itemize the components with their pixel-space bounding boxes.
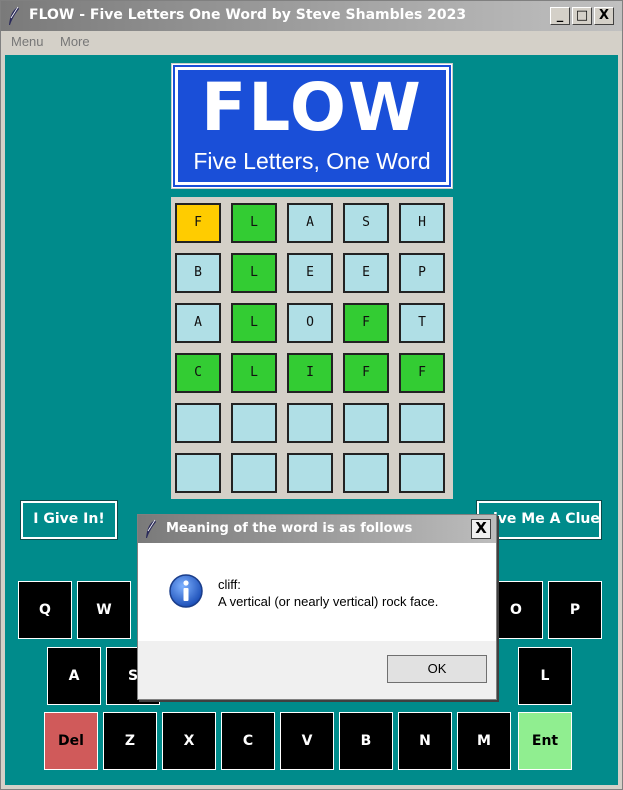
dialog-body: cliff: A vertical (or nearly vertical) r…: [138, 543, 496, 641]
grid-cell: L: [231, 203, 277, 243]
letter-grid: FLASHBLEEPALOFTCLIFF: [171, 197, 453, 499]
key-a[interactable]: A: [47, 647, 101, 705]
meaning-dialog: Meaning of the word is as follows X clif…: [137, 514, 497, 700]
grid-cell: F: [399, 353, 445, 393]
dialog-title: Meaning of the word is as follows: [166, 521, 413, 536]
minimize-button[interactable]: _: [550, 7, 570, 25]
grid-cell: P: [399, 253, 445, 293]
grid-cell: S: [343, 203, 389, 243]
key-c[interactable]: C: [221, 712, 275, 770]
grid-cell: H: [399, 203, 445, 243]
key-del[interactable]: Del: [44, 712, 98, 770]
title-bar[interactable]: FLOW - Five Letters One Word by Steve Sh…: [1, 1, 622, 31]
grid-cell: [399, 403, 445, 443]
feather-icon: [9, 6, 19, 25]
key-v[interactable]: V: [280, 712, 334, 770]
grid-cell: [175, 453, 221, 493]
dialog-footer: OK: [138, 641, 496, 699]
feather-icon: [146, 519, 156, 538]
key-q[interactable]: Q: [18, 581, 72, 639]
logo-subtitle: Five Letters, One Word: [193, 148, 431, 174]
grid-cell: [231, 403, 277, 443]
grid-cell: C: [175, 353, 221, 393]
key-p[interactable]: P: [548, 581, 602, 639]
grid-cell: [287, 453, 333, 493]
menu-bar: Menu More: [1, 31, 622, 53]
grid-cell: [231, 453, 277, 493]
close-button[interactable]: X: [594, 7, 614, 25]
maximize-button[interactable]: □: [572, 7, 592, 25]
grid-cell: F: [343, 353, 389, 393]
ok-button[interactable]: OK: [387, 655, 487, 683]
menu-item-more[interactable]: More: [60, 34, 90, 49]
grid-cell: A: [175, 303, 221, 343]
dialog-message: cliff: A vertical (or nearly vertical) r…: [218, 576, 438, 610]
dialog-close-button[interactable]: X: [471, 519, 491, 539]
key-l[interactable]: L: [518, 647, 572, 705]
grid-cell: [343, 453, 389, 493]
grid-cell: A: [287, 203, 333, 243]
dialog-title-bar[interactable]: Meaning of the word is as follows X: [138, 515, 496, 543]
menu-item-menu[interactable]: Menu: [11, 34, 44, 49]
key-n[interactable]: N: [398, 712, 452, 770]
key-b[interactable]: B: [339, 712, 393, 770]
key-z[interactable]: Z: [103, 712, 157, 770]
grid-cell: [399, 453, 445, 493]
logo: FLOW Five Letters, One Word: [171, 63, 453, 189]
grid-cell: [343, 403, 389, 443]
logo-panel: FLOW Five Letters, One Word: [173, 65, 451, 187]
grid-cell: B: [175, 253, 221, 293]
grid-cell: E: [287, 253, 333, 293]
grid-cell: [287, 403, 333, 443]
give-in-button[interactable]: I Give In!: [20, 500, 118, 540]
window-title: FLOW - Five Letters One Word by Steve Sh…: [29, 7, 467, 23]
grid-cell: L: [231, 253, 277, 293]
grid-cell: I: [287, 353, 333, 393]
dialog-word: cliff:: [218, 577, 241, 592]
grid-cell: L: [231, 303, 277, 343]
grid-cell: F: [175, 203, 221, 243]
grid-cell: F: [343, 303, 389, 343]
info-icon: [169, 574, 203, 608]
app-window: FLOW - Five Letters One Word by Steve Sh…: [0, 0, 623, 790]
key-o[interactable]: O: [489, 581, 543, 639]
grid-cell: L: [231, 353, 277, 393]
grid-cell: E: [343, 253, 389, 293]
key-x[interactable]: X: [162, 712, 216, 770]
key-m[interactable]: M: [457, 712, 511, 770]
grid-cell: O: [287, 303, 333, 343]
key-enter[interactable]: Ent: [518, 712, 572, 770]
grid-cell: T: [399, 303, 445, 343]
key-w[interactable]: W: [77, 581, 131, 639]
logo-title: FLOW: [201, 69, 423, 146]
dialog-definition: A vertical (or nearly vertical) rock fac…: [218, 594, 439, 609]
grid-cell: [175, 403, 221, 443]
